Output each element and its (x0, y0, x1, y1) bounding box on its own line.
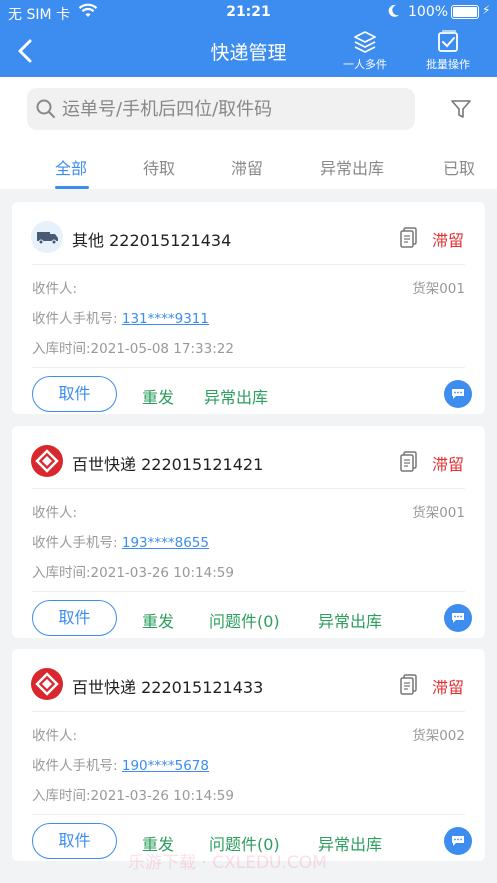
battery-percent: 100% (408, 4, 449, 20)
recipient-label: 收件人: (32, 728, 78, 744)
courier-name: 百世快递 (72, 455, 137, 474)
problem-item-button[interactable]: 问题件(0) (209, 608, 280, 632)
chat-bubble-icon (452, 836, 464, 846)
divider (32, 814, 465, 815)
status-bar: 无 SIM 卡 21:21 100% ⚡ (0, 0, 497, 26)
multi-item-label: 一人多件 (343, 58, 387, 71)
phone-link[interactable]: 131****9311 (122, 311, 209, 327)
shelf-label: 货架001 (412, 505, 465, 521)
package-card: 其他 222015121434 滞留 收件人: 货架001 收件人手机号: 13… (12, 202, 485, 414)
active-tab-indicator (55, 186, 89, 189)
divider (32, 488, 465, 489)
divider (32, 711, 465, 712)
batch-operation-label: 批量操作 (426, 58, 470, 71)
charging-icon: ⚡ (482, 3, 491, 17)
layers-icon (334, 30, 396, 54)
search-input[interactable] (62, 94, 402, 124)
tab-all[interactable]: 全部 (55, 155, 87, 179)
baishi-logo-icon (31, 668, 63, 700)
multi-item-button[interactable]: 一人多件 (334, 30, 396, 72)
divider (32, 591, 465, 592)
phone-link[interactable]: 190****5678 (122, 758, 209, 774)
phone-label: 收件人手机号: (32, 535, 118, 551)
tracking-number: 222015121433 (141, 678, 264, 697)
tab-picked[interactable]: 已取 (443, 155, 475, 179)
pickup-button[interactable]: 取件 (32, 376, 117, 412)
divider (32, 367, 465, 368)
search-box (27, 88, 415, 130)
recipient-label: 收件人: (32, 505, 78, 521)
courier-tracking: 其他 222015121434 (72, 227, 231, 251)
phone-row: 收件人手机号: 193****8655 (32, 531, 209, 551)
message-button[interactable] (444, 827, 472, 855)
resend-button[interactable]: 重发 (142, 608, 174, 632)
message-button[interactable] (444, 604, 472, 632)
copy-icon[interactable] (399, 673, 419, 699)
storage-time: 入库时间:2021-03-26 10:14:59 (32, 788, 234, 804)
phone-label: 收件人手机号: (32, 758, 118, 774)
tab-pending[interactable]: 待取 (143, 155, 175, 179)
truck-icon (31, 221, 63, 253)
abnormal-out-button[interactable]: 异常出库 (318, 608, 382, 632)
phone-link[interactable]: 193****8655 (122, 535, 209, 551)
abnormal-out-button[interactable]: 异常出库 (318, 831, 382, 855)
app-header: 无 SIM 卡 21:21 100% ⚡ 快递管理 一人多件 批量操作 (0, 0, 497, 77)
divider (32, 264, 465, 265)
tracking-number: 222015121434 (109, 231, 232, 250)
pickup-button[interactable]: 取件 (32, 823, 117, 859)
package-card: 百世快递 222015121421 滞留 收件人: 货架001 收件人手机号: … (12, 426, 485, 638)
chat-bubble-icon (452, 613, 464, 623)
status-badge: 滞留 (432, 678, 465, 697)
courier-name: 其他 (72, 231, 105, 250)
shelf-label: 货架001 (412, 281, 465, 297)
search-section: 全部 待取 滞留 异常出库 已取 (0, 77, 497, 189)
status-badge: 滞留 (432, 231, 465, 250)
tab-abnormal-out[interactable]: 异常出库 (320, 155, 384, 179)
checklist-icon (417, 30, 479, 54)
pickup-button[interactable]: 取件 (32, 600, 117, 636)
status-badge: 滞留 (432, 455, 465, 474)
courier-name: 百世快递 (72, 678, 137, 697)
tracking-number: 222015121421 (141, 455, 264, 474)
storage-time: 入库时间:2021-03-26 10:14:59 (32, 565, 234, 581)
filter-icon (451, 100, 471, 118)
status-tabs: 全部 待取 滞留 异常出库 已取 (0, 153, 497, 189)
search-icon (35, 98, 57, 124)
courier-tracking: 百世快递 222015121421 (72, 451, 263, 475)
courier-tracking: 百世快递 222015121433 (72, 674, 263, 698)
tab-stranded[interactable]: 滞留 (231, 155, 263, 179)
watermark: 乐游下载 · CXLEDU.COM (128, 853, 327, 873)
batch-operation-button[interactable]: 批量操作 (417, 30, 479, 72)
phone-row: 收件人手机号: 190****5678 (32, 754, 209, 774)
chat-bubble-icon (452, 389, 464, 399)
storage-time: 入库时间:2021-05-08 17:33:22 (32, 341, 234, 357)
battery-icon (451, 5, 479, 19)
copy-icon[interactable] (399, 450, 419, 476)
phone-label: 收件人手机号: (32, 311, 118, 327)
filter-button[interactable] (449, 97, 473, 125)
recipient-label: 收件人: (32, 281, 78, 297)
shelf-label: 货架002 (412, 728, 465, 744)
package-card: 百世快递 222015121433 滞留 收件人: 货架002 收件人手机号: … (12, 649, 485, 861)
phone-row: 收件人手机号: 131****9311 (32, 307, 209, 327)
resend-button[interactable]: 重发 (142, 384, 174, 408)
baishi-logo-icon (31, 445, 63, 477)
moon-icon (386, 2, 402, 24)
abnormal-out-button[interactable]: 异常出库 (204, 384, 268, 408)
message-button[interactable] (444, 380, 472, 408)
copy-icon[interactable] (399, 226, 419, 252)
